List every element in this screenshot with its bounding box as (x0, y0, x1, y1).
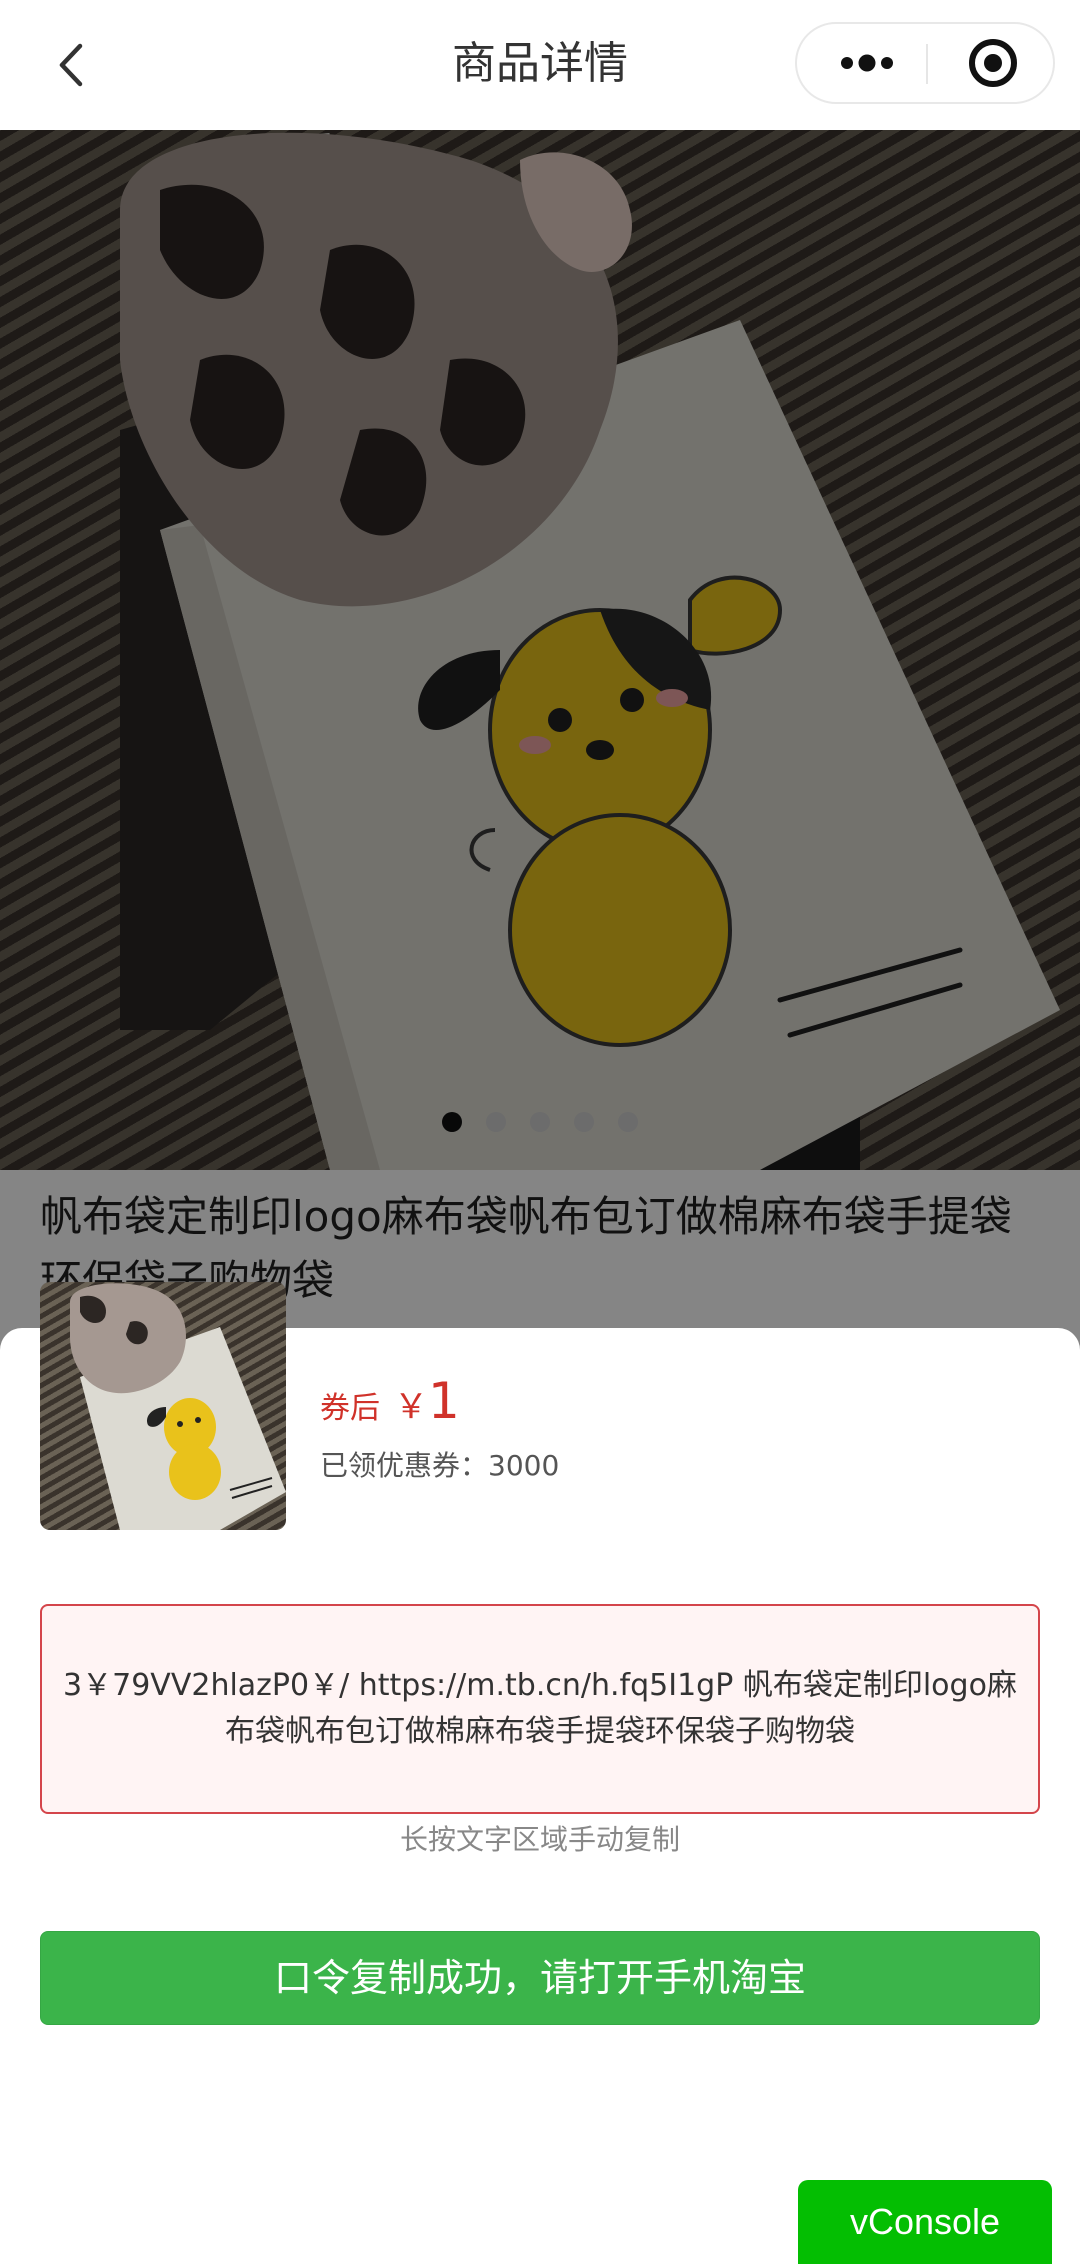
product-thumbnail (40, 1282, 286, 1530)
more-dots-icon (841, 54, 893, 72)
price-value: 1 (428, 1372, 460, 1430)
open-taobao-button[interactable]: 口令复制成功，请打开手机淘宝 (40, 1931, 1040, 2025)
currency-symbol: ￥ (394, 1387, 428, 1427)
taobao-code-box[interactable]: 3￥79VV2hlazP0￥/ https://m.tb.cn/h.fq5I1g… (40, 1604, 1040, 1814)
coupon-count: 已领优惠券：3000 (320, 1449, 560, 1482)
copy-hint: 长按文字区域手动复制 (399, 1823, 680, 1856)
capsule-divider (926, 44, 928, 84)
target-icon (969, 39, 1017, 87)
product-thumbnail-image (70, 1283, 286, 1530)
price-prefix: 券后 (320, 1391, 380, 1426)
vconsole-button[interactable]: vConsole (798, 2180, 1052, 2264)
more-button[interactable] (817, 24, 917, 102)
close-button[interactable] (943, 24, 1043, 102)
price-row: 券后 ￥1 (320, 1372, 460, 1430)
taobao-code-text[interactable]: 3￥79VV2hlazP0￥/ https://m.tb.cn/h.fq5I1g… (60, 1663, 1020, 1755)
nav-bar: 商品详情 (0, 0, 1080, 130)
coupon-sheet: 券后 ￥1 已领优惠券：3000 3￥79VV2hlazP0￥/ https://… (0, 1282, 1080, 2264)
mini-program-capsule (795, 22, 1055, 104)
